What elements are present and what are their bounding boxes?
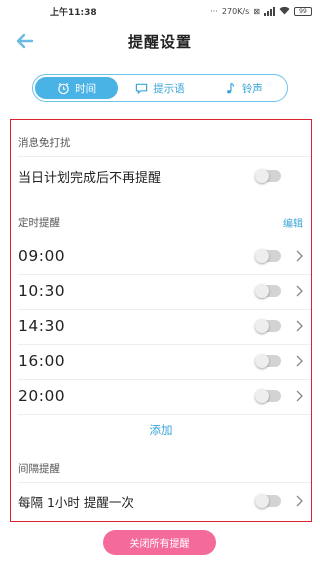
- tab-ringtone-label: 铃声: [241, 82, 263, 95]
- time-label: 16:00: [18, 352, 66, 370]
- time-row[interactable]: 20:00: [11, 378, 311, 414]
- interval-row[interactable]: 每隔 1小时 提醒一次: [11, 484, 311, 518]
- time-toggle[interactable]: [255, 354, 281, 368]
- tab-bar: 时间 提示语 铃声: [32, 74, 288, 102]
- status-time: 上午11:38: [50, 7, 97, 18]
- time-toggle[interactable]: [255, 249, 281, 263]
- time-toggle[interactable]: [255, 389, 281, 403]
- tab-time-label: 时间: [75, 82, 97, 95]
- chevron-right-icon[interactable]: [295, 320, 303, 332]
- interval-section-label: 间隔提醒: [18, 462, 60, 475]
- dnd-toggle[interactable]: [255, 169, 281, 183]
- tab-prompt[interactable]: 提示语: [118, 77, 201, 99]
- tab-time[interactable]: 时间: [35, 77, 119, 99]
- back-arrow-icon[interactable]: [14, 30, 36, 52]
- dnd-item-label: 当日计划完成后不再提醒: [18, 170, 162, 186]
- time-label: 20:00: [18, 387, 66, 405]
- time-row[interactable]: 10:30: [11, 273, 311, 309]
- more-icon: ···: [210, 6, 218, 16]
- dnd-section-label: 消息免打扰: [18, 136, 71, 149]
- chevron-right-icon[interactable]: [295, 250, 303, 262]
- chevron-right-icon[interactable]: [295, 390, 303, 402]
- dnd-section-header: 消息免打扰: [11, 128, 311, 156]
- time-toggle[interactable]: [255, 284, 281, 298]
- reminder-settings-panel: 消息免打扰 当日计划完成后不再提醒 定时提醒 编辑 09:00 10:30 14…: [10, 119, 312, 522]
- chevron-right-icon[interactable]: [295, 285, 303, 297]
- time-toggle[interactable]: [255, 319, 281, 333]
- status-indicators: ··· 270K/s ⊠ 99: [210, 6, 312, 17]
- signal-icon: [264, 6, 275, 16]
- time-row[interactable]: 16:00: [11, 343, 311, 379]
- tab-prompt-label: 提示语: [153, 82, 185, 95]
- dnd-row: 当日计划完成后不再提醒: [11, 158, 311, 194]
- time-row[interactable]: 09:00: [11, 238, 311, 274]
- close-all-reminders-button[interactable]: 关闭所有提醒: [103, 530, 216, 555]
- add-reminder-link[interactable]: 添加: [11, 422, 311, 438]
- chevron-right-icon[interactable]: [295, 355, 303, 367]
- time-row[interactable]: 14:30: [11, 308, 311, 344]
- status-bar: 上午11:38 ··· 270K/s ⊠ 99: [0, 0, 320, 22]
- divider: [18, 156, 311, 157]
- page-title: 提醒设置: [127, 32, 192, 51]
- divider: [18, 482, 311, 483]
- interval-section-header: 间隔提醒: [11, 456, 311, 480]
- timed-section-header: 定时提醒 编辑: [11, 210, 311, 234]
- network-speed: 270K/s: [221, 6, 250, 16]
- battery-icon: 99: [294, 6, 312, 16]
- timed-section-label: 定时提醒: [18, 216, 60, 229]
- divider: [18, 414, 311, 415]
- alarm-clock-icon: [58, 82, 69, 94]
- chevron-right-icon[interactable]: [295, 495, 303, 507]
- message-icon: [136, 83, 148, 94]
- time-label: 09:00: [18, 247, 66, 265]
- music-note-icon: [226, 82, 234, 93]
- edit-link[interactable]: 编辑: [283, 215, 303, 230]
- tab-ringtone[interactable]: 铃声: [202, 77, 285, 99]
- header: 提醒设置: [0, 22, 320, 60]
- wifi-icon: [279, 6, 290, 17]
- time-label: 14:30: [18, 317, 66, 335]
- dnd-status-icon: ⊠: [253, 6, 260, 16]
- interval-toggle[interactable]: [255, 494, 281, 508]
- interval-item-label: 每隔 1小时 提醒一次: [18, 494, 134, 510]
- time-label: 10:30: [18, 282, 66, 300]
